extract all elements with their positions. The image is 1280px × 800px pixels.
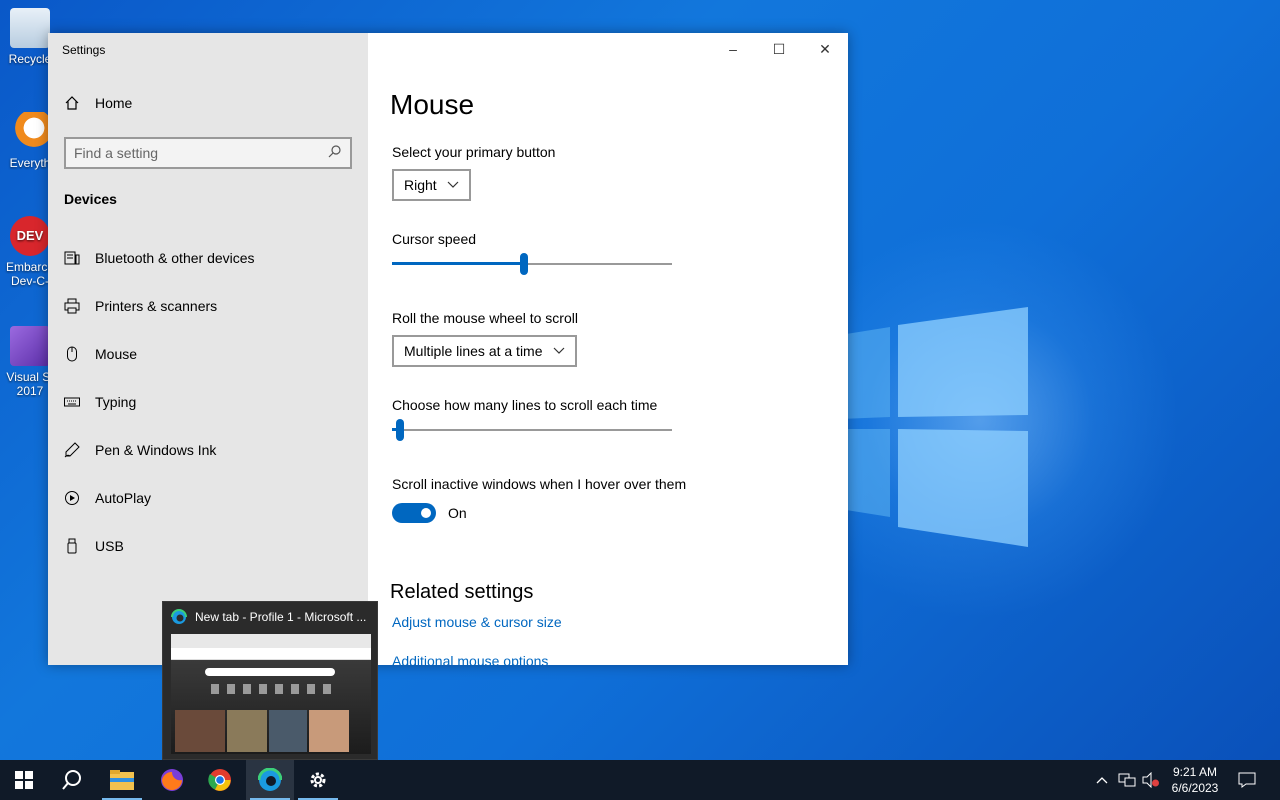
inactive-scroll-label: Scroll inactive windows when I hover ove… (392, 476, 687, 492)
slider-fill (392, 262, 524, 265)
edge-taskbar-button[interactable] (246, 760, 294, 800)
volume-muted-icon (1142, 772, 1159, 788)
search-taskbar-button[interactable] (48, 760, 96, 800)
primary-button-value: Right (404, 177, 437, 193)
primary-button-dropdown[interactable]: Right (392, 169, 471, 201)
edge-icon (171, 609, 187, 625)
autoplay-icon (64, 490, 80, 506)
everything-search-icon (10, 112, 50, 152)
volume-tray-button[interactable] (1140, 760, 1162, 800)
sidebar-item-label: USB (95, 538, 124, 554)
mouse-icon (64, 346, 80, 362)
settings-taskbar-button[interactable] (294, 760, 342, 800)
window-title: Settings (62, 43, 106, 57)
action-center-button[interactable] (1232, 760, 1262, 800)
sidebar-item-label: Typing (95, 394, 137, 410)
page-title: Mouse (390, 89, 475, 120)
related-settings-heading: Related settings (390, 581, 534, 603)
slider-thumb[interactable] (520, 253, 528, 275)
sidebar-item-pen[interactable]: Pen & Windows Ink (48, 426, 368, 474)
cursor-speed-slider[interactable] (392, 252, 672, 276)
sidebar-item-usb[interactable]: USB (48, 522, 368, 570)
settings-window: Settings Home Devices Bluetooth & other … (48, 33, 848, 665)
sidebar-item-label: Printers & scanners (95, 298, 218, 314)
slider-thumb[interactable] (396, 419, 404, 441)
gear-icon (310, 772, 326, 788)
toggle-knob (421, 508, 431, 518)
edge-thumbnail-preview[interactable]: New tab - Profile 1 - Microsoft ... (162, 601, 378, 760)
wheel-scroll-dropdown[interactable]: Multiple lines at a time (392, 335, 577, 367)
visual-studio-icon (10, 326, 50, 366)
notification-icon (1238, 772, 1256, 788)
sidebar-item-autoplay[interactable]: AutoPlay (48, 474, 368, 522)
lines-scroll-slider[interactable] (392, 418, 672, 442)
printer-icon (64, 298, 80, 314)
chevron-down-icon (447, 179, 459, 191)
taskbar: 9:21 AM 6/6/2023 (0, 760, 1280, 800)
thumbnail-browser-preview (171, 634, 371, 754)
chrome-icon (208, 769, 231, 791)
file-explorer-taskbar-button[interactable] (98, 760, 146, 800)
additional-mouse-options-link[interactable]: Additional mouse options (392, 653, 548, 665)
firefox-taskbar-button[interactable] (148, 760, 196, 800)
sidebar-item-bluetooth[interactable]: Bluetooth & other devices (48, 234, 368, 282)
windows-logo-wallpaper (840, 307, 1028, 547)
inactive-scroll-toggle[interactable]: On (392, 503, 467, 523)
search-input[interactable] (74, 145, 328, 161)
recycle-bin-icon (10, 8, 50, 48)
clock-time: 9:21 AM (1172, 765, 1218, 779)
chevron-up-icon (1096, 777, 1108, 784)
section-heading-devices: Devices (64, 191, 117, 207)
chevron-down-icon (553, 345, 565, 357)
toggle-state: On (448, 505, 467, 521)
nav-home-label: Home (95, 95, 133, 111)
file-explorer-icon (110, 770, 134, 790)
sidebar-item-printers[interactable]: Printers & scanners (48, 282, 368, 330)
usb-icon (64, 538, 80, 554)
clock-date: 6/6/2023 (1171, 781, 1219, 795)
pen-icon (64, 442, 80, 458)
toggle-switch[interactable] (392, 503, 436, 523)
firefox-icon (161, 769, 183, 791)
lines-scroll-label: Choose how many lines to scroll each tim… (392, 397, 658, 413)
nav-home[interactable]: Home (64, 95, 132, 111)
start-button[interactable] (0, 760, 48, 800)
wheel-scroll-label: Roll the mouse wheel to scroll (392, 310, 578, 326)
devcpp-icon: DEV (10, 216, 50, 256)
search-icon (328, 144, 342, 163)
home-icon (64, 95, 80, 111)
sidebar-item-label: Bluetooth & other devices (95, 250, 255, 266)
search-box[interactable] (64, 137, 352, 169)
sidebar-item-label: Pen & Windows Ink (95, 442, 217, 458)
sidebar-item-label: Mouse (95, 346, 138, 362)
thumbnail-title: New tab - Profile 1 - Microsoft ... (195, 610, 367, 624)
sidebar-item-label: AutoPlay (95, 490, 152, 506)
settings-sidebar: Settings Home Devices Bluetooth & other … (48, 33, 368, 665)
wheel-scroll-value: Multiple lines at a time (404, 343, 543, 359)
cursor-speed-label: Cursor speed (392, 231, 477, 247)
show-hidden-icons-button[interactable] (1092, 760, 1112, 800)
edge-icon (258, 768, 282, 791)
network-tray-button[interactable] (1116, 760, 1138, 800)
bluetooth-devices-icon (64, 250, 80, 266)
sidebar-item-mouse[interactable]: Mouse (48, 330, 368, 378)
chrome-taskbar-button[interactable] (196, 760, 244, 800)
search-icon (62, 770, 81, 790)
sidebar-nav-list: Bluetooth & other devices Printers & sca… (48, 234, 368, 570)
windows-start-icon (15, 771, 33, 789)
primary-button-label: Select your primary button (392, 144, 556, 160)
sidebar-item-typing[interactable]: Typing (48, 378, 368, 426)
thumbnail-header: New tab - Profile 1 - Microsoft ... (163, 602, 377, 632)
slider-track (392, 429, 672, 431)
network-icon (1118, 773, 1136, 787)
taskbar-clock[interactable]: 9:21 AM 6/6/2023 (1160, 764, 1230, 796)
keyboard-icon (64, 394, 80, 410)
mouse-settings-content: Mouse Select your primary button Right C… (368, 33, 848, 665)
adjust-cursor-size-link[interactable]: Adjust mouse & cursor size (392, 614, 562, 630)
